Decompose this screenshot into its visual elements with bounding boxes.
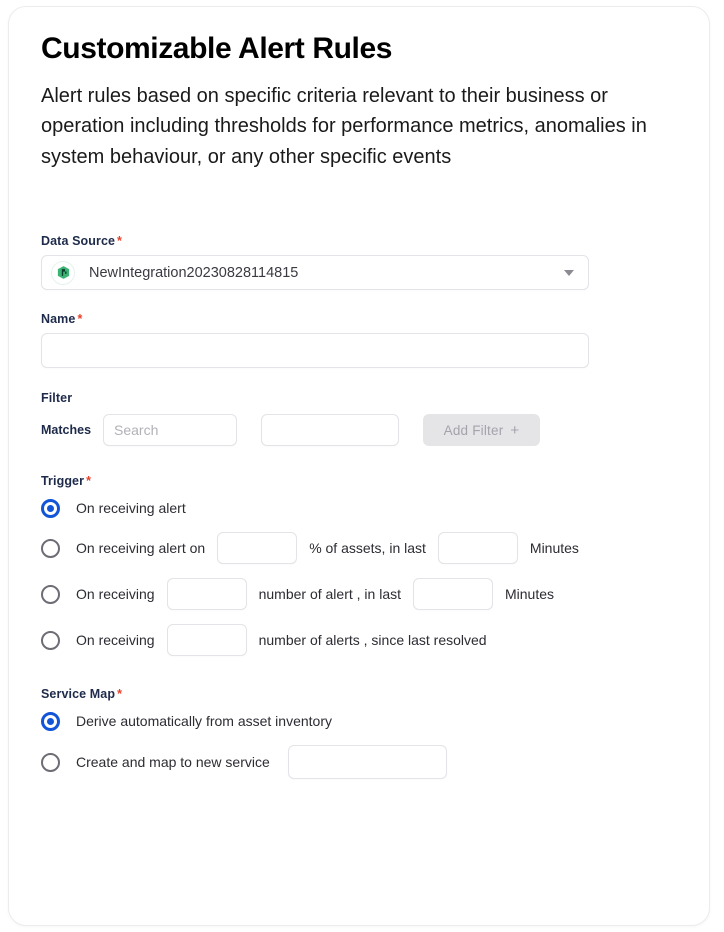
card-content: Customizable Alert Rules Alert rules bas… (41, 31, 689, 780)
chevron-down-icon[interactable] (564, 269, 574, 276)
add-filter-button[interactable]: Add Filter + (423, 414, 540, 447)
page-description: Alert rules based on specific criteria r… (41, 85, 647, 168)
filter-label: Filter (41, 391, 73, 406)
radio-button-selected[interactable] (41, 498, 60, 518)
service-map-option-0[interactable]: Derive automatically from asset inventor… (41, 711, 689, 731)
trigger-option-3[interactable]: On receiving number of alerts , since la… (41, 624, 689, 657)
trigger-option-2-mid-text: number of alert , in last (258, 586, 401, 603)
filter-value-input[interactable] (261, 414, 399, 447)
trigger-option-0[interactable]: On receiving alert (41, 498, 689, 518)
trigger-option-1-mid-text: % of assets, in last (309, 540, 426, 557)
service-map-option-1-label: Create and map to new service (76, 754, 270, 771)
data-source-label: Data Source * (41, 234, 689, 248)
radio-button[interactable] (41, 538, 60, 558)
new-service-name-input[interactable] (287, 745, 447, 780)
trigger-percent-input[interactable] (217, 532, 298, 565)
required-asterisk: * (77, 312, 83, 327)
page-title: Customizable Alert Rules (41, 32, 393, 65)
integration-logo-icon (51, 260, 75, 285)
page-root: Customizable Alert Rules Alert rules bas… (0, 0, 724, 932)
trigger-option-2-label: On receiving (76, 586, 155, 603)
trigger-option-2[interactable]: On receiving number of alert , in last M… (41, 578, 689, 611)
trigger-option-1-label: On receiving alert on (76, 540, 206, 557)
trigger-option-2-end-text: Minutes (505, 586, 555, 603)
trigger-option-0-label: On receiving alert (76, 500, 186, 517)
trigger-label: Trigger * (41, 474, 689, 488)
trigger-minutes-input[interactable] (437, 532, 518, 565)
name-input[interactable] (41, 333, 589, 369)
alert-rule-form: Data Source * NewIntegration2023082811481… (41, 234, 689, 780)
trigger-unresolved-count-input[interactable] (166, 624, 247, 657)
required-asterisk: * (86, 474, 92, 489)
service-map-label-text: Service Map (41, 687, 116, 702)
trigger-alert-count-input[interactable] (166, 578, 247, 611)
data-source-value: NewIntegration20230828114815 (89, 264, 299, 281)
service-map-option-0-label: Derive automatically from asset inventor… (76, 713, 332, 730)
required-asterisk: * (117, 234, 123, 249)
trigger-option-1-end-text: Minutes (529, 540, 579, 557)
alert-rules-card: Customizable Alert Rules Alert rules bas… (8, 6, 710, 926)
radio-button[interactable] (41, 584, 60, 604)
required-asterisk: * (117, 687, 123, 702)
filter-search-input[interactable] (103, 414, 237, 447)
radio-button-selected[interactable] (41, 711, 60, 731)
trigger-alert-minutes-input[interactable] (413, 578, 493, 611)
name-label-text: Name (41, 312, 76, 327)
service-map-option-1[interactable]: Create and map to new service (41, 745, 689, 780)
service-map-label: Service Map * (41, 687, 689, 701)
plus-icon: + (510, 421, 520, 439)
matches-label: Matches (41, 423, 92, 438)
trigger-option-3-mid-text: number of alerts , since last resolved (258, 632, 487, 649)
trigger-option-3-label: On receiving (76, 632, 155, 649)
radio-button[interactable] (41, 630, 60, 650)
trigger-label-text: Trigger (41, 474, 85, 489)
add-filter-label: Add Filter (443, 422, 504, 438)
data-source-label-text: Data Source (41, 234, 116, 249)
filter-row: Matches Add Filter + (41, 414, 689, 447)
name-label: Name * (41, 312, 689, 326)
data-source-select[interactable]: NewIntegration20230828114815 (41, 255, 589, 291)
radio-button[interactable] (41, 752, 60, 772)
trigger-option-1[interactable]: On receiving alert on % of assets, in la… (41, 532, 689, 565)
